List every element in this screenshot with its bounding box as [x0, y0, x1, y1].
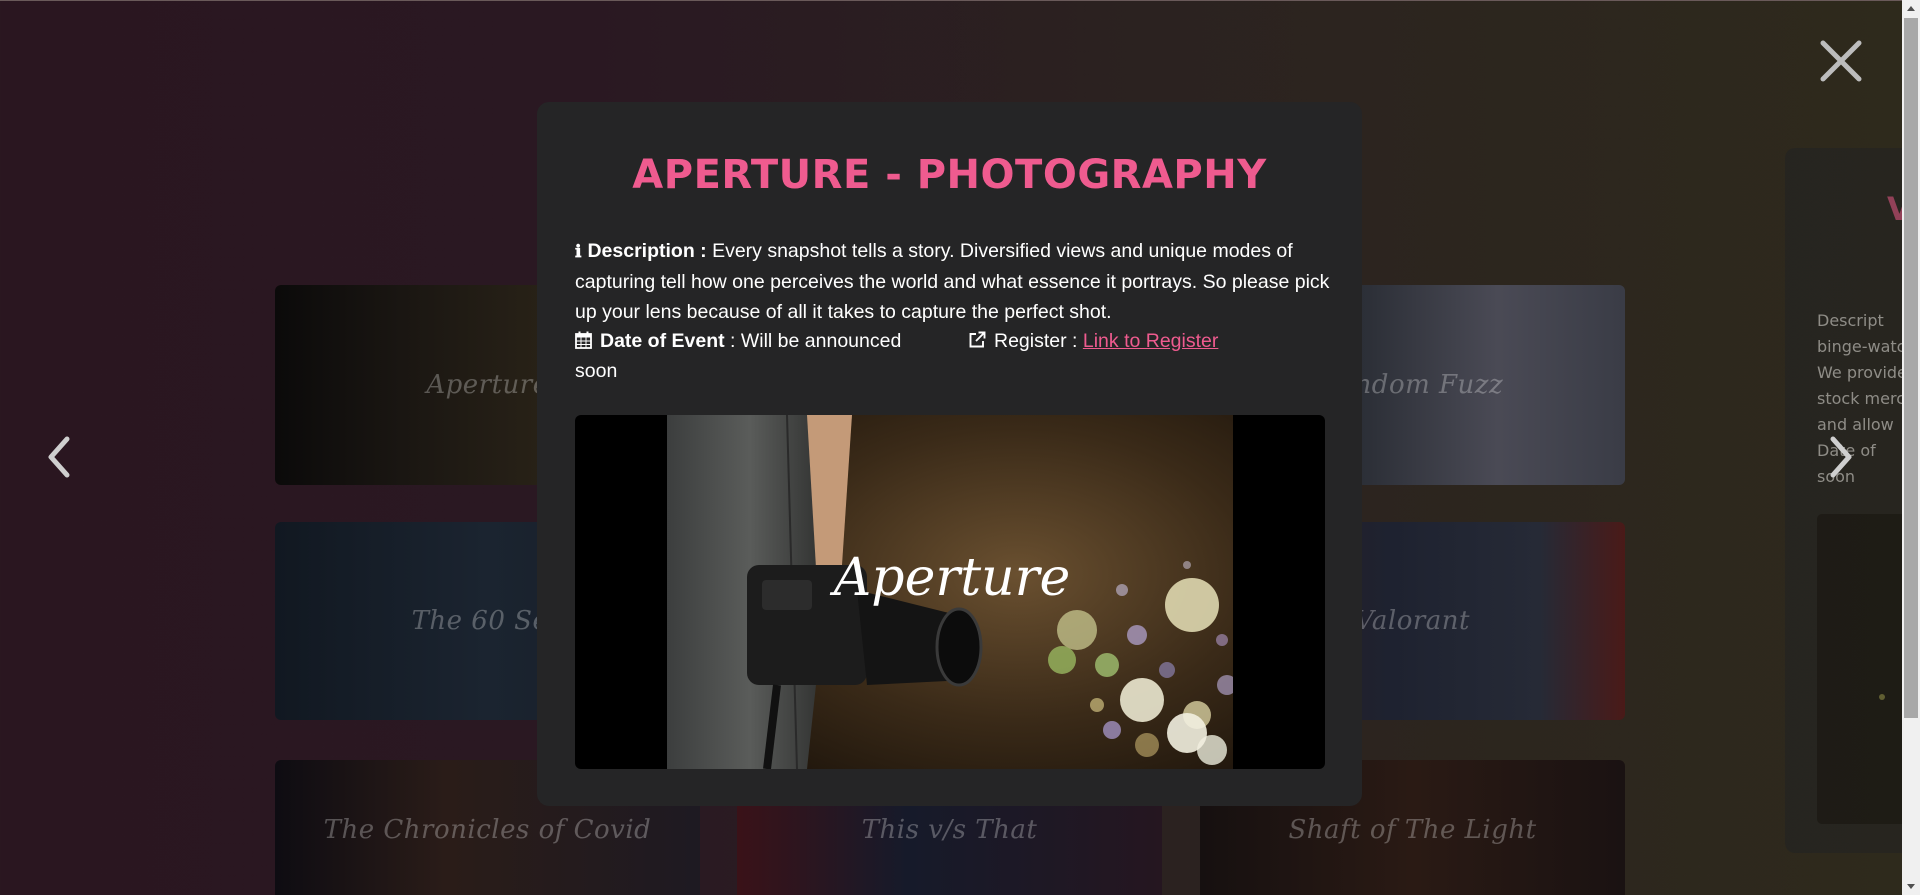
calendar-icon [575, 331, 592, 349]
date-label: Date of Event [600, 330, 725, 352]
register-label: Register : [994, 330, 1083, 352]
prev-button[interactable] [38, 432, 78, 482]
close-icon [1820, 40, 1862, 82]
modal-title: APERTURE - PHOTOGRAPHY [632, 152, 1267, 198]
card-label: This v/s That [861, 815, 1038, 845]
image-caption: Aperture [830, 548, 1071, 608]
card-label: Shaft of The Light [1288, 815, 1537, 845]
event-description: ℹ Description : Every snapshot tells a st… [575, 236, 1331, 327]
chevron-right-icon [1830, 436, 1852, 478]
description-label: Description : [587, 240, 707, 262]
scroll-down-icon[interactable] [1906, 881, 1916, 891]
scroll-thumb[interactable] [1904, 18, 1918, 718]
next-event-modal-preview: V Descript binge-watc We provide stock m… [1785, 148, 1920, 853]
page-scrollbar[interactable] [1902, 0, 1920, 895]
card-label: Valorant [1355, 606, 1470, 636]
event-image: Aperture [575, 415, 1325, 769]
event-register: Register : Link to Register [968, 326, 1328, 356]
event-date: Date of Event : Will be announced soon [575, 326, 945, 386]
next-button[interactable] [1822, 432, 1862, 482]
scroll-up-icon[interactable] [1906, 4, 1916, 14]
event-photo: Aperture [667, 415, 1233, 769]
event-modal: APERTURE - PHOTOGRAPHY ℹ Description : Ev… [537, 102, 1362, 806]
card-label: The Chronicles of Covid [323, 815, 652, 845]
chevron-left-icon [48, 436, 70, 478]
info-icon: ℹ [575, 242, 582, 262]
close-button[interactable] [1816, 36, 1866, 86]
card-label: Aperture [426, 370, 549, 400]
event-meta: Date of Event : Will be announced soon R… [575, 326, 1331, 386]
register-link[interactable]: Link to Register [1083, 330, 1218, 352]
external-link-icon [969, 331, 986, 348]
